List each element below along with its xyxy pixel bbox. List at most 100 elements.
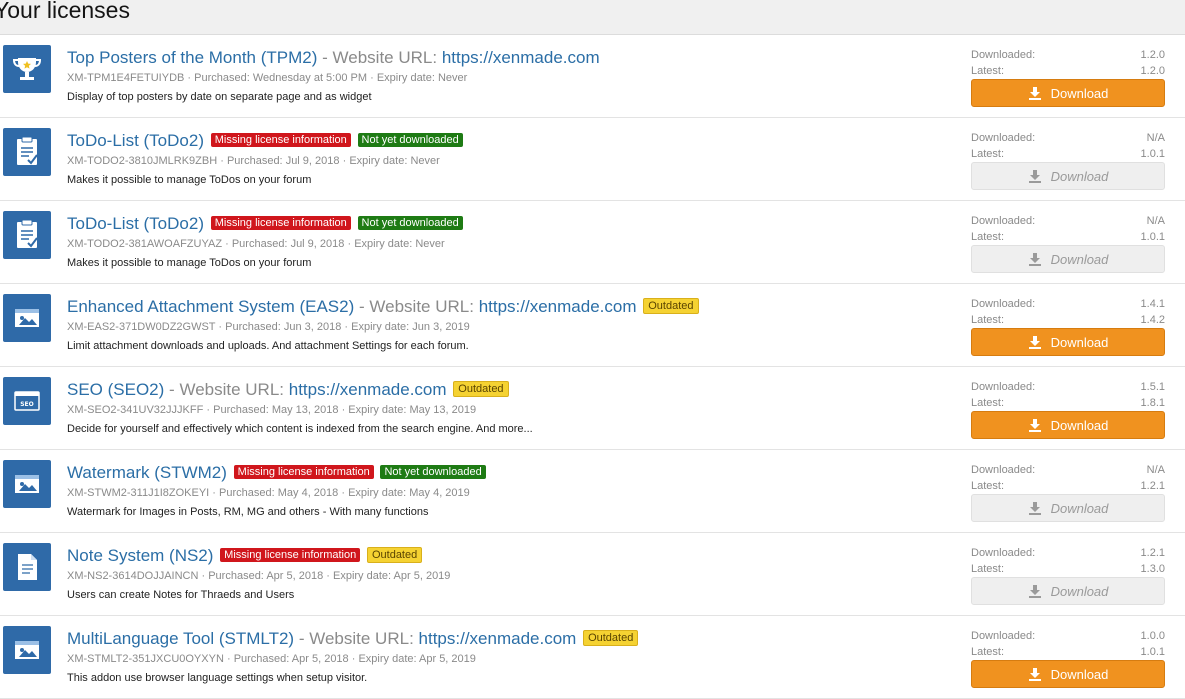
latest-value: 1.4.2 — [1140, 314, 1165, 326]
website-url-label: Website URL: — [332, 48, 438, 67]
expiry-date: May 4, 2019 — [409, 487, 470, 499]
clipboard-icon — [3, 128, 51, 176]
meta-bullet: · — [344, 321, 349, 333]
license-title-line: ToDo-List (ToDo2) Missing license inform… — [67, 212, 463, 236]
latest-value: 1.3.0 — [1140, 563, 1165, 575]
title-separator: - — [322, 48, 328, 67]
license-title-link[interactable]: Watermark (STWM2) — [67, 463, 227, 482]
download-icon — [1028, 584, 1051, 598]
download-button[interactable]: Download — [971, 577, 1165, 605]
license-title-line: Watermark (STWM2) Missing license inform… — [67, 461, 486, 485]
website-url-link[interactable]: https://xenmade.com — [442, 48, 600, 67]
license-title-link[interactable]: ToDo-List (ToDo2) — [67, 214, 204, 233]
seo-icon: SEO — [3, 377, 51, 425]
license-key: XM-EAS2-371DW0DZ2GWST — [67, 321, 216, 333]
latest-label: Latest: — [971, 314, 1005, 326]
note-icon — [3, 543, 51, 591]
downloaded-value: 1.4.1 — [1140, 298, 1165, 310]
meta-bullet: · — [187, 72, 192, 84]
download-icon — [1028, 667, 1051, 681]
trophy-icon — [3, 45, 51, 93]
latest-label: Latest: — [971, 65, 1005, 77]
license-title-link[interactable]: SEO (SEO2) — [67, 380, 164, 399]
download-button[interactable]: Download — [971, 162, 1165, 190]
language-window-icon — [3, 626, 51, 674]
downloaded-version: Downloaded: 1.2.1 — [971, 546, 1165, 560]
license-title-line: SEO (SEO2) - Website URL: https://xenmad… — [67, 378, 509, 402]
downloaded-label: Downloaded: — [971, 381, 1036, 393]
license-description: Display of top posters by date on separa… — [67, 91, 372, 103]
title-separator: - — [359, 297, 365, 316]
purchased-date: May 4, 2018 — [277, 487, 339, 499]
expiry-date: Never — [437, 72, 468, 84]
meta-bullet: · — [201, 570, 206, 582]
badge-not-yet-downloaded: Not yet downloaded — [357, 216, 463, 230]
purchased-label: Purchased: — [226, 155, 283, 167]
purchased-date: May 13, 2018 — [271, 404, 339, 416]
purchased-label: Purchased: — [194, 72, 250, 84]
license-title-link[interactable]: Note System (NS2) — [67, 546, 213, 565]
downloaded-label: Downloaded: — [971, 547, 1036, 559]
clipboard-icon — [3, 211, 51, 259]
download-button[interactable]: Download — [971, 411, 1165, 439]
expiry-date: Apr 5, 2019 — [419, 653, 476, 665]
badge-not-yet-downloaded: Not yet downloaded — [380, 465, 486, 479]
purchased-label: Purchased: — [233, 653, 290, 665]
downloaded-version: Downloaded: N/A — [971, 214, 1165, 228]
downloaded-version: Downloaded: N/A — [971, 463, 1165, 477]
latest-label: Latest: — [971, 148, 1005, 160]
website-url-label: Website URL: — [309, 629, 414, 648]
latest-version: Latest: 1.3.0 — [971, 562, 1165, 576]
latest-label: Latest: — [971, 646, 1005, 658]
expiry-label: Expiry date: — [348, 487, 407, 499]
badge-missing-license-information: Missing license information — [233, 465, 374, 479]
purchased-label: Purchased: — [225, 321, 281, 333]
meta-bullet: · — [342, 155, 347, 167]
license-title-line: Top Posters of the Month (TPM2) - Websit… — [67, 46, 600, 70]
license-row: Watermark (STWM2) Missing license inform… — [0, 450, 1185, 533]
license-description: Makes it possible to manage ToDos on you… — [67, 174, 312, 186]
meta-bullet: · — [370, 72, 374, 84]
license-row: MultiLanguage Tool (STMLT2) - Website UR… — [0, 616, 1185, 699]
website-url-link[interactable]: https://xenmade.com — [289, 380, 447, 399]
license-title-link[interactable]: ToDo-List (ToDo2) — [67, 131, 204, 150]
downloaded-value: 1.5.1 — [1140, 381, 1165, 393]
expiry-date: Never — [410, 155, 440, 167]
expiry-date: Never — [415, 238, 445, 250]
download-label: Download — [1050, 417, 1109, 433]
download-icon — [1028, 169, 1051, 183]
download-label: Download — [1050, 334, 1109, 350]
purchased-date: Jun 3, 2018 — [283, 321, 342, 333]
license-title-link[interactable]: MultiLanguage Tool (STMLT2) — [67, 629, 294, 648]
license-title-link[interactable]: Enhanced Attachment System (EAS2) — [67, 297, 354, 316]
download-label: Download — [1050, 666, 1109, 682]
expiry-date: May 13, 2019 — [409, 404, 477, 416]
license-title-line: Note System (NS2) Missing license inform… — [67, 544, 423, 568]
latest-label: Latest: — [971, 397, 1005, 409]
download-button[interactable]: Download — [971, 328, 1165, 356]
downloaded-value: N/A — [1146, 215, 1165, 227]
license-meta: XM-SEO2-341UV32JJJKFF · Purchased: May 1… — [67, 403, 476, 417]
license-title-link[interactable]: Top Posters of the Month (TPM2) — [67, 48, 317, 67]
license-description: Users can create Notes for Thraeds and U… — [67, 589, 295, 601]
download-icon — [1028, 501, 1051, 515]
download-button[interactable]: Download — [971, 245, 1165, 273]
downloaded-value: N/A — [1146, 132, 1165, 144]
download-button[interactable]: Download — [971, 79, 1165, 107]
website-url-label: Website URL: — [369, 297, 474, 316]
license-meta: XM-EAS2-371DW0DZ2GWST · Purchased: Jun 3… — [67, 320, 470, 334]
watermark-window-icon — [3, 460, 51, 508]
latest-value: 1.2.0 — [1140, 65, 1165, 77]
downloaded-label: Downloaded: — [971, 49, 1036, 61]
license-row: Enhanced Attachment System (EAS2) - Webs… — [0, 284, 1185, 367]
download-button[interactable]: Download — [971, 494, 1165, 522]
download-button[interactable]: Download — [971, 660, 1165, 688]
badge-outdated: Outdated — [366, 547, 423, 563]
license-description: Makes it possible to manage ToDos on you… — [67, 257, 312, 269]
license-key: XM-STMLT2-351JXCU0OYXYN — [67, 653, 224, 665]
license-title-line: MultiLanguage Tool (STMLT2) - Website UR… — [67, 627, 639, 651]
website-url-link[interactable]: https://xenmade.com — [419, 629, 577, 648]
website-url-link[interactable]: https://xenmade.com — [479, 297, 637, 316]
download-label: Download — [1050, 500, 1109, 516]
badge-missing-license-information: Missing license information — [210, 216, 351, 230]
